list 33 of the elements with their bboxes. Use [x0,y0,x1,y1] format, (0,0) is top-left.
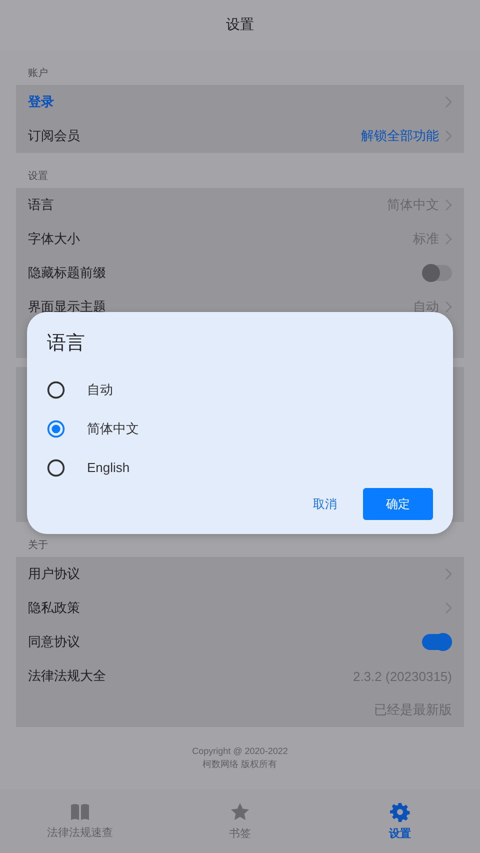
cancel-button[interactable]: 取消 [301,488,349,520]
row-label[interactable]: 隐私政策 [28,599,445,617]
copyright-text: Copyright @ 2020-2022 [192,745,288,758]
chevron-right-icon [445,233,452,245]
radio-option[interactable]: 简体中文 [47,409,433,448]
row-label[interactable]: 订阅会员 [28,127,361,145]
section-label: 账户 [28,66,48,80]
radio-option[interactable]: 自动 [47,370,433,409]
copyright-text: 柯数网络 版权所有 [202,758,278,771]
chevron-right-icon [445,199,452,211]
chevron-right-icon [445,602,452,614]
row-label[interactable]: 用户协议 [28,565,445,583]
section-label: 关于 [28,538,48,552]
star-icon [230,802,250,822]
chevron-right-icon [445,130,452,142]
row-label[interactable]: 语言 [28,196,387,214]
toggle-switch[interactable] [422,634,452,650]
row-label: 法律法规大全 [28,667,107,685]
chevron-right-icon [445,301,452,313]
page-title: 设置 [226,16,254,34]
dialog-title: 语言 [47,332,86,356]
row-value: 解锁全部功能 [361,127,439,145]
chevron-right-icon [445,568,452,580]
settings-icon [390,802,410,822]
toggle-switch[interactable] [422,265,452,281]
row-label: 隐藏标题前缀 [28,264,107,282]
confirm-button[interactable]: 确定 [363,488,433,520]
chevron-right-icon [445,96,452,108]
section-label: 设置 [28,170,48,183]
row-label: 同意协议 [28,633,81,651]
row-label[interactable]: 字体大小 [28,230,413,248]
radio-option[interactable]: English [47,448,433,487]
book-icon [70,802,90,820]
